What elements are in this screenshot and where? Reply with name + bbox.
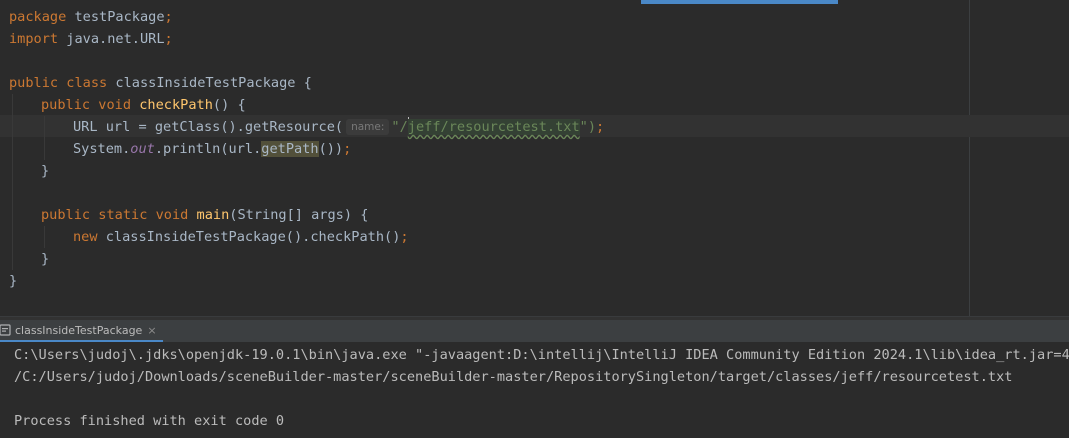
code-token: .println(url. [154, 141, 262, 157]
console-line: /C:/Users/judoj/Downloads/sceneBuilder-m… [14, 369, 1013, 385]
params-token: () { [212, 97, 246, 113]
parameter-name-hint: name: [346, 119, 390, 135]
code-line-main-declaration[interactable]: public static void main(String[] args) { [41, 204, 368, 226]
class-name-token: classInsideTestPackage { [107, 75, 312, 91]
brace-token: } [41, 163, 50, 179]
close-icon[interactable]: × [147, 324, 156, 337]
brace-token: } [41, 251, 50, 267]
indent-guide [44, 116, 45, 160]
semicolon-token: ; [164, 31, 173, 47]
semicolon-token: ; [596, 119, 605, 135]
string-quote-token: ") [579, 119, 597, 135]
params-token: (String[] args) { [229, 207, 369, 223]
keyword-token: new [73, 229, 98, 245]
highlighted-usage-token[interactable]: getPath [261, 141, 319, 157]
code-token: System. [73, 141, 131, 157]
code-line-println[interactable]: System.out.println(url.getPath()); [73, 138, 351, 160]
brace-token: } [9, 273, 18, 289]
class-file-icon [0, 324, 11, 336]
string-quote-token: "/ [391, 119, 408, 135]
console-line: Process finished with exit code 0 [14, 413, 285, 429]
keyword-token: package [9, 9, 67, 25]
keyword-token: void [155, 207, 189, 223]
code-token: URL url = getClass().getResource( [73, 119, 344, 135]
keyword-token: class [66, 75, 108, 91]
static-field-token: out [130, 141, 155, 157]
indent-guide [44, 226, 45, 248]
code-line-close-brace[interactable]: } [41, 160, 49, 182]
method-name-token: main [196, 207, 230, 223]
code-token: classInsideTestPackage().checkPath() [97, 229, 401, 245]
semicolon-token: ; [343, 141, 352, 157]
keyword-token: static [98, 207, 148, 223]
right-margin-guide [969, 0, 970, 316]
keyword-token: public [9, 75, 59, 91]
code-line-new-instance[interactable]: new classInsideTestPackage().checkPath()… [73, 226, 409, 248]
semicolon-token: ; [400, 229, 409, 245]
editor-scroll-indicator[interactable] [641, 0, 838, 4]
code-line-class-declaration[interactable]: public class classInsideTestPackage { [9, 72, 312, 94]
keyword-token: public [41, 97, 91, 113]
code-line-close-brace[interactable]: } [41, 248, 49, 270]
console-line: C:\Users\judoj\.jdks\openjdk-19.0.1\bin\… [14, 347, 1069, 363]
keyword-token: public [41, 207, 91, 223]
run-tab-label: classInsideTestPackage [15, 323, 143, 337]
run-tab[interactable]: classInsideTestPackage × [0, 320, 163, 342]
semicolon-token: ; [164, 9, 173, 25]
code-line-checkpath-declaration[interactable]: public void checkPath() { [41, 94, 246, 116]
method-name-token: checkPath [139, 97, 213, 113]
resource-path-reference[interactable]: jeff/resourcetest.txt [407, 119, 580, 135]
indent-guide [12, 94, 13, 270]
run-console-output[interactable]: C:\Users\judoj\.jdks\openjdk-19.0.1\bin\… [0, 342, 1069, 438]
keyword-token: void [98, 97, 132, 113]
code-line-package[interactable]: package testPackage; [9, 6, 173, 28]
code-editor[interactable]: package testPackage; import java.net.URL… [0, 0, 1069, 316]
code-token: ()) [318, 141, 344, 157]
code-line-get-resource[interactable]: URL url = getClass().getResource(name: "/… [73, 116, 604, 138]
code-line-close-brace[interactable]: } [9, 270, 17, 292]
code-line-import[interactable]: import java.net.URL; [9, 28, 173, 50]
run-tool-window-tabbar: classInsideTestPackage × [0, 320, 1069, 342]
import-path-token: java.net.URL [58, 31, 165, 47]
package-name-token: testPackage [66, 9, 165, 25]
keyword-token: import [9, 31, 59, 47]
